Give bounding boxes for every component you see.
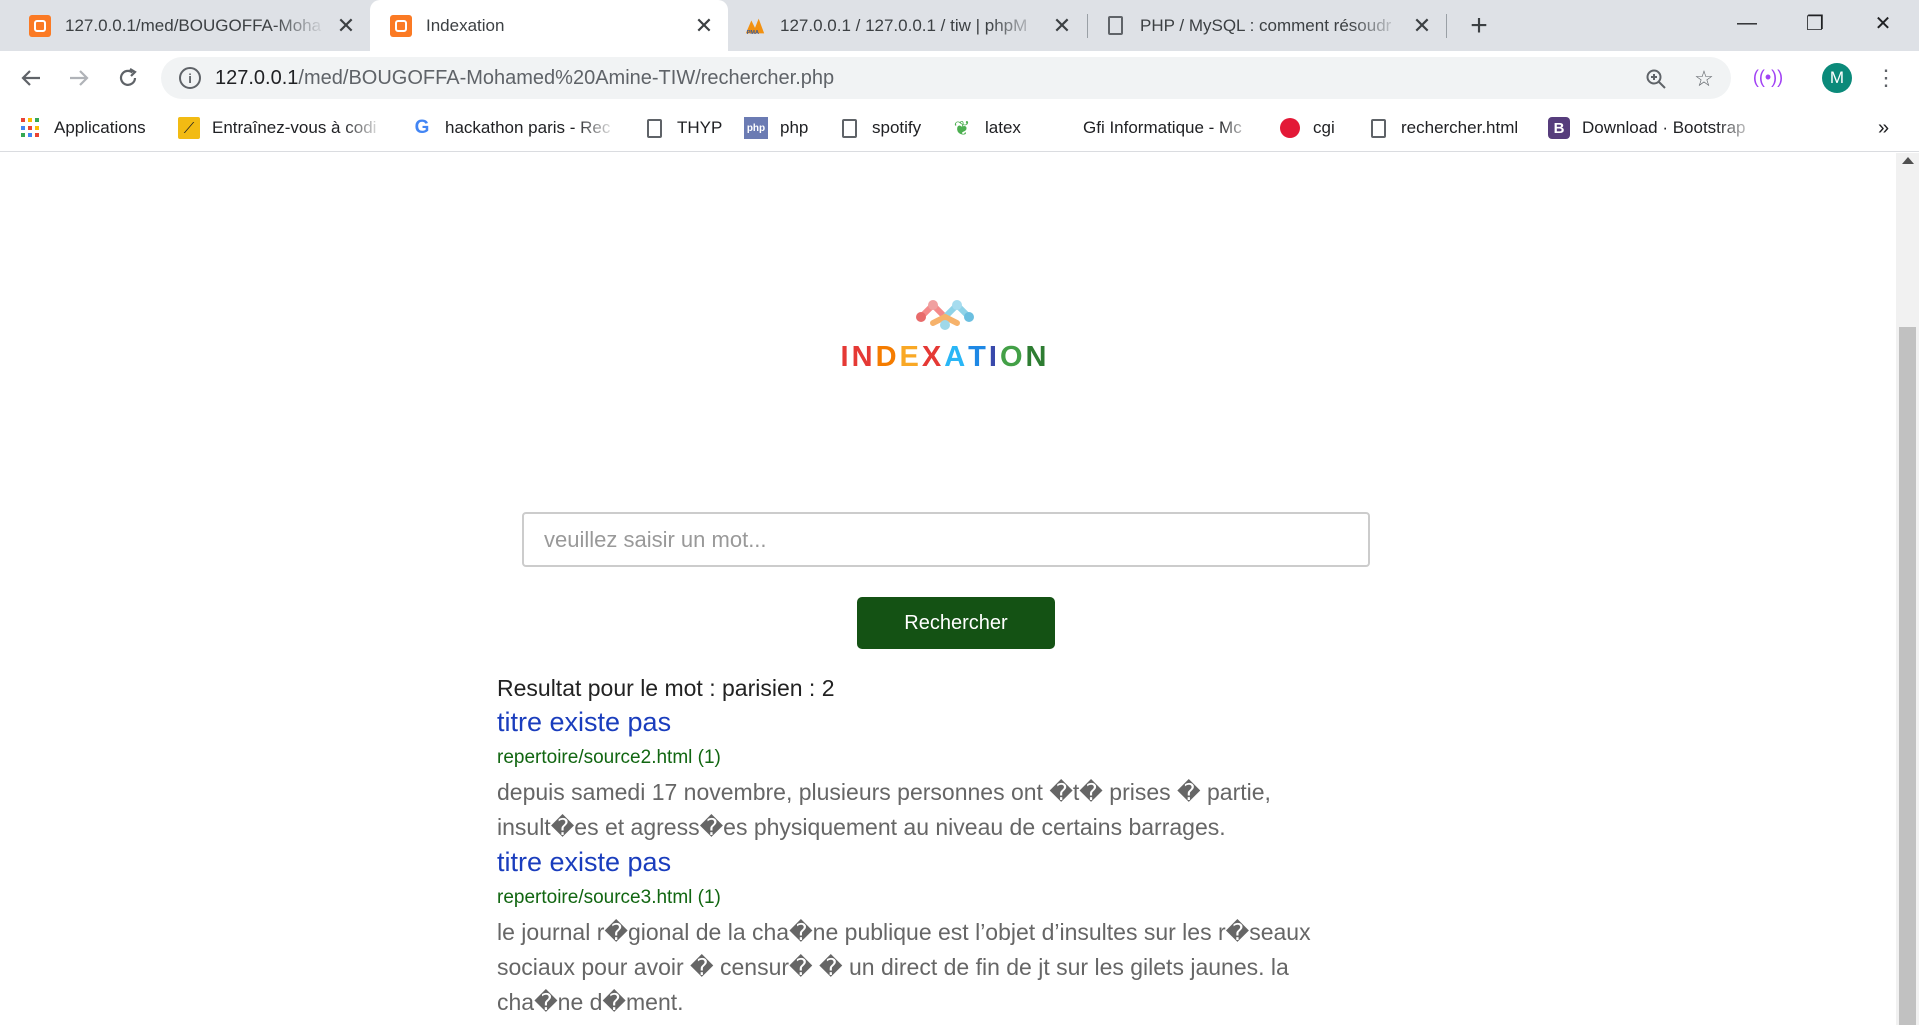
tab-phpmyadmin[interactable]: PMA 127.0.0.1 / 127.0.0.1 / tiw | phpM ✕ xyxy=(728,0,1086,51)
tab-separator xyxy=(1446,14,1447,38)
result-title-link[interactable]: titre existe pas xyxy=(497,705,1377,739)
page-viewport: INDEXATION Rechercher Resultat pour le m… xyxy=(0,153,1919,1025)
overleaf-icon: ❦ xyxy=(953,117,971,140)
bookmark-label: hackathon paris - Rec xyxy=(445,118,611,137)
logo-letter: N xyxy=(1025,341,1050,373)
tab-xampp-bougoffa[interactable]: 127.0.0.1/med/BOUGOFFA-Moha ✕ xyxy=(0,0,370,51)
back-icon[interactable] xyxy=(15,62,47,94)
forward-icon[interactable] xyxy=(63,62,95,94)
bookmark-thyp[interactable]: THYP xyxy=(643,114,722,142)
menu-kebab-icon[interactable]: ⋮ xyxy=(1873,65,1899,91)
restore-button[interactable]: ❐ xyxy=(1795,8,1835,38)
result-item: titre existe pas repertoire/source3.html… xyxy=(497,845,1377,1020)
bookmark-latex[interactable]: ❦ latex xyxy=(951,114,1021,142)
tab-indexation[interactable]: Indexation ✕ xyxy=(370,0,728,51)
indexation-logo: INDEXATION xyxy=(815,293,1075,383)
bookmark-codingame[interactable]: ⟋ Entraînez-vous à codi xyxy=(178,114,384,142)
apps-grid-icon xyxy=(20,117,42,139)
bookmark-label: php xyxy=(780,118,809,137)
bookmark-label: Gfi Informatique - Mc xyxy=(1083,118,1242,137)
page-icon xyxy=(1104,15,1126,37)
bookmark-applications[interactable]: Applications xyxy=(20,114,146,142)
site-info-icon[interactable]: i xyxy=(179,67,201,89)
page-icon xyxy=(643,117,665,139)
tab-title: 127.0.0.1 / 127.0.0.1 / tiw | phpM xyxy=(780,15,1028,35)
bookmark-label: Download · Bootstrap xyxy=(1582,118,1746,137)
bookmark-spotify[interactable]: spotify xyxy=(838,114,921,142)
url-host: 127.0.0.1 xyxy=(215,66,299,89)
bookmark-label: rechercher.html xyxy=(1401,118,1519,137)
reload-icon[interactable] xyxy=(112,62,144,94)
result-snippet: depuis samedi 17 novembre, plusieurs per… xyxy=(497,779,1271,840)
logo-letter: T xyxy=(968,341,989,373)
result-item: titre existe pas repertoire/source2.html… xyxy=(497,705,1377,845)
bookmark-label: Entraînez-vous à codi xyxy=(212,118,377,137)
search-results: Resultat pour le mot : parisien : 2 titr… xyxy=(497,671,1377,1020)
bookmark-php[interactable]: php php xyxy=(744,114,808,142)
logo-letter: O xyxy=(999,341,1026,373)
result-title-link[interactable]: titre existe pas xyxy=(497,845,1377,879)
phpmyadmin-icon: PMA xyxy=(744,15,766,37)
results-heading: Resultat pour le mot : parisien : 2 xyxy=(497,675,835,701)
bookmarks-bar: Applications ⟋ Entraînez-vous à codi G h… xyxy=(0,104,1919,152)
bookmark-label: THYP xyxy=(677,118,723,137)
logo-letter: I xyxy=(988,341,1000,373)
logo-letter: X xyxy=(921,341,945,373)
tab-title: Indexation xyxy=(426,15,505,35)
codingame-icon: ⟋ xyxy=(178,117,200,139)
bookmark-hackathon[interactable]: G hackathon paris - Rec xyxy=(411,114,617,142)
search-button[interactable]: Rechercher xyxy=(857,597,1055,649)
bookmark-label: spotify xyxy=(872,118,922,137)
search-input[interactable] xyxy=(522,512,1370,567)
close-window-button[interactable]: ✕ xyxy=(1863,8,1903,38)
tab-php-mysql[interactable]: PHP / MySQL : comment résoudr ✕ xyxy=(1088,0,1446,51)
logo-graphic xyxy=(916,300,974,330)
avatar[interactable]: M xyxy=(1822,63,1852,93)
result-source-path: repertoire/source3.html (1) xyxy=(497,887,721,908)
logo-letter: D xyxy=(875,341,900,373)
cast-icon[interactable]: ((•)) xyxy=(1753,64,1783,90)
logo-letter: A xyxy=(944,341,969,373)
new-tab-button[interactable]: + xyxy=(1463,9,1495,42)
xampp-icon xyxy=(29,14,51,37)
address-bar[interactable]: i 127.0.0.1/med/BOUGOFFA-Mohamed%20Amine… xyxy=(161,57,1731,99)
browser-toolbar: i 127.0.0.1/med/BOUGOFFA-Mohamed%20Amine… xyxy=(0,51,1919,104)
bookmark-label: Applications xyxy=(54,118,146,137)
url-path: /med/BOUGOFFA-Mohamed%20Amine-TIW/recher… xyxy=(298,66,835,89)
tab-title: 127.0.0.1/med/BOUGOFFA-Moha xyxy=(65,15,322,35)
close-tab-icon[interactable]: ✕ xyxy=(334,13,358,38)
cgi-icon xyxy=(1279,117,1301,139)
php-icon: php xyxy=(744,117,768,139)
minimize-button[interactable]: — xyxy=(1727,8,1767,38)
logo-letter: N xyxy=(851,341,876,373)
logo-letter: E xyxy=(899,341,922,373)
bookmark-rechercher[interactable]: rechercher.html xyxy=(1367,114,1518,142)
logo-wordmark: INDEXATION xyxy=(815,341,1075,374)
svg-text:PMA: PMA xyxy=(747,30,759,36)
bookmark-star-icon[interactable]: ☆ xyxy=(1691,66,1717,92)
zoom-icon[interactable] xyxy=(1643,66,1669,92)
page-icon xyxy=(838,117,860,139)
bookmark-bootstrap[interactable]: B Download · Bootstrap xyxy=(1548,114,1758,142)
scroll-thumb[interactable] xyxy=(1899,327,1916,1025)
logo-letter: I xyxy=(840,341,852,373)
bookmark-gfi[interactable]: Gfi Informatique - Mc xyxy=(1083,114,1253,142)
tab-title: PHP / MySQL : comment résoudr xyxy=(1140,15,1392,35)
tab-strip: 127.0.0.1/med/BOUGOFFA-Moha ✕ Indexation… xyxy=(0,0,1919,51)
page-icon xyxy=(1367,117,1389,139)
close-tab-icon[interactable]: ✕ xyxy=(1410,13,1434,38)
close-tab-icon[interactable]: ✕ xyxy=(1050,13,1074,38)
bookmark-label: cgi xyxy=(1313,118,1335,137)
bookmark-cgi[interactable]: cgi xyxy=(1279,114,1335,142)
xampp-icon xyxy=(390,14,412,37)
result-snippet: le journal r�gional de la cha�ne publiqu… xyxy=(497,919,1311,1015)
bookmark-label: latex xyxy=(985,118,1021,137)
page-scrollbar[interactable] xyxy=(1896,153,1919,1025)
bootstrap-icon: B xyxy=(1548,117,1570,139)
result-source-path: repertoire/source2.html (1) xyxy=(497,747,721,768)
google-icon: G xyxy=(414,117,430,138)
scroll-up-arrow-icon[interactable] xyxy=(1902,157,1914,164)
close-tab-icon[interactable]: ✕ xyxy=(692,13,716,38)
bookmarks-overflow-button[interactable]: » xyxy=(1878,114,1889,142)
